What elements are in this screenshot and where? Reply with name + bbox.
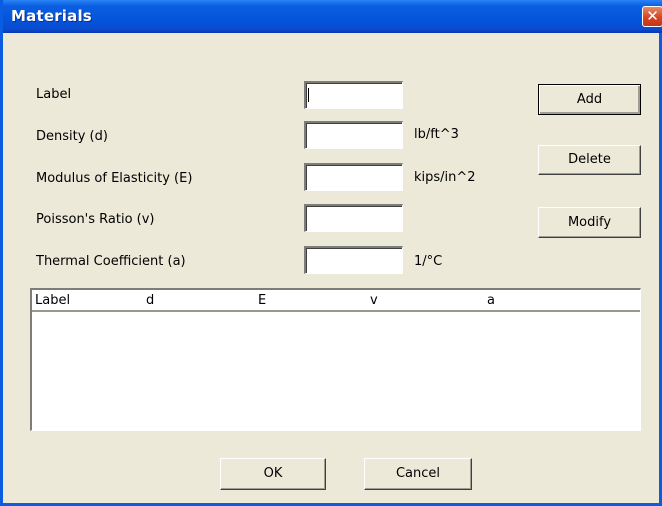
- thermal-field-label: Thermal Coefficient (a): [36, 254, 186, 269]
- modify-button[interactable]: Modify: [538, 207, 641, 238]
- density-unit: lb/ft^3: [414, 127, 459, 142]
- density-field-label: Density (d): [36, 129, 108, 144]
- column-header-a[interactable]: a: [487, 293, 495, 308]
- modulus-unit: kips/in^2: [414, 170, 476, 185]
- cancel-button[interactable]: Cancel: [364, 458, 472, 490]
- modulus-field-label: Modulus of Elasticity (E): [36, 171, 193, 186]
- thermal-unit: 1/°C: [414, 254, 443, 269]
- dialog-title: Materials: [11, 7, 92, 25]
- delete-button[interactable]: Delete: [538, 145, 641, 175]
- label-field-label: Label: [36, 87, 72, 102]
- title-bar[interactable]: Materials ✕: [3, 0, 662, 33]
- poisson-input[interactable]: [304, 204, 403, 232]
- materials-list[interactable]: Label d E v a: [30, 288, 641, 431]
- close-button[interactable]: ✕: [642, 6, 662, 27]
- thermal-input[interactable]: [304, 246, 403, 274]
- ok-button[interactable]: OK: [220, 458, 326, 490]
- column-header-v[interactable]: v: [370, 293, 378, 308]
- text-caret: [308, 88, 309, 102]
- modulus-input[interactable]: [304, 163, 403, 191]
- list-header: Label d E v a: [32, 290, 640, 312]
- poisson-field-label: Poisson's Ratio (v): [36, 212, 155, 227]
- density-input[interactable]: [304, 121, 403, 149]
- close-icon: ✕: [646, 7, 659, 25]
- column-header-e[interactable]: E: [258, 293, 266, 308]
- label-input[interactable]: [304, 81, 403, 109]
- column-header-d[interactable]: d: [146, 293, 154, 308]
- add-button[interactable]: Add: [538, 84, 641, 115]
- column-header-label[interactable]: Label: [35, 293, 70, 308]
